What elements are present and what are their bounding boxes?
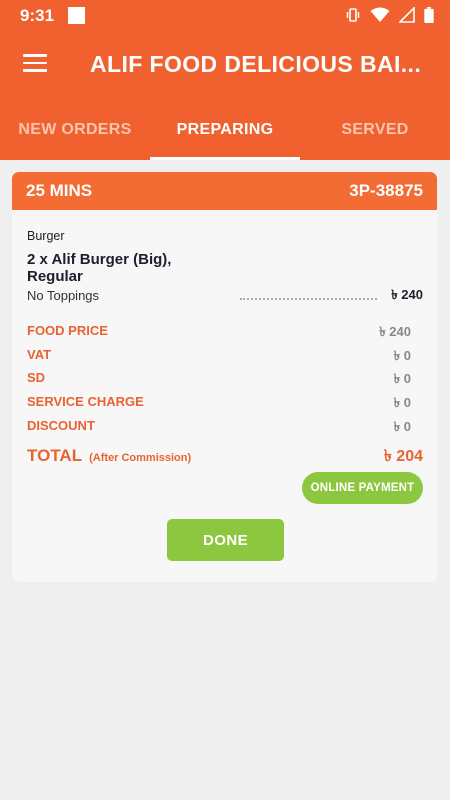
summary-value: ৳ 0 xyxy=(393,418,411,434)
tab-served[interactable]: SERVED xyxy=(300,100,450,160)
online-payment-button[interactable]: ONLINE PAYMENT xyxy=(302,472,423,504)
order-id: 3P-38875 xyxy=(349,181,423,200)
status-time: 9:31 xyxy=(20,6,55,25)
order-card: 25 MINS 3P-38875 Burger 2 x Alif Burger … xyxy=(12,172,437,582)
summary-row-food-price: FOOD PRICE ৳ 240 xyxy=(27,323,417,347)
notification-square-icon xyxy=(68,7,85,24)
total-row: TOTAL (After Commission) ৳ 204 xyxy=(27,443,423,470)
signal-icon xyxy=(399,7,415,23)
summary-label: FOOD PRICE xyxy=(27,323,108,338)
item-name: 2 x Alif Burger (Big), Regular xyxy=(27,251,172,285)
summary-value: ৳ 240 xyxy=(379,324,411,339)
price-summary: FOOD PRICE ৳ 240 VAT ৳ 0 SD ৳ 0 SERVICE … xyxy=(27,323,417,441)
status-bar: 9:31 xyxy=(0,0,450,30)
item-toppings: No Toppings xyxy=(27,288,100,303)
summary-row-sd: SD ৳ 0 xyxy=(27,370,417,394)
summary-row-service-charge: SERVICE CHARGE ৳ 0 xyxy=(27,394,417,418)
summary-row-vat: VAT ৳ 0 xyxy=(27,347,417,371)
total-note: (After Commission) xyxy=(89,452,192,464)
item-category: Burger xyxy=(27,229,65,243)
dotted-leader xyxy=(240,298,377,300)
item-price: ৳ 240 xyxy=(391,287,423,302)
done-button[interactable]: DONE xyxy=(167,519,284,561)
tab-new-orders[interactable]: NEW ORDERS xyxy=(0,100,150,160)
total-value: ৳ 204 xyxy=(383,448,423,465)
summary-value: ৳ 0 xyxy=(393,395,411,411)
wifi-icon xyxy=(370,7,390,22)
summary-label: SD xyxy=(27,370,46,386)
vibrate-icon xyxy=(346,8,360,22)
tab-bar: NEW ORDERS PREPARING SERVED xyxy=(0,100,450,160)
summary-label: VAT xyxy=(27,346,52,362)
page-title: ALIF FOOD DELICIOUS BAI... xyxy=(90,51,422,77)
summary-row-discount: DISCOUNT ৳ 0 xyxy=(27,418,417,442)
summary-label: SERVICE CHARGE xyxy=(27,394,144,410)
order-card-header: 25 MINS 3P-38875 xyxy=(12,172,437,210)
summary-value: ৳ 0 xyxy=(393,347,411,363)
hamburger-menu-icon[interactable] xyxy=(23,54,47,74)
prep-time: 25 MINS xyxy=(26,181,93,200)
summary-label: DISCOUNT xyxy=(27,417,95,433)
app-bar: ALIF FOOD DELICIOUS BAI... xyxy=(0,30,450,100)
tab-preparing[interactable]: PREPARING xyxy=(150,100,300,160)
summary-value: ৳ 0 xyxy=(393,371,411,387)
battery-icon xyxy=(424,7,434,23)
status-icons xyxy=(345,7,434,23)
total-label: TOTAL xyxy=(27,446,83,465)
